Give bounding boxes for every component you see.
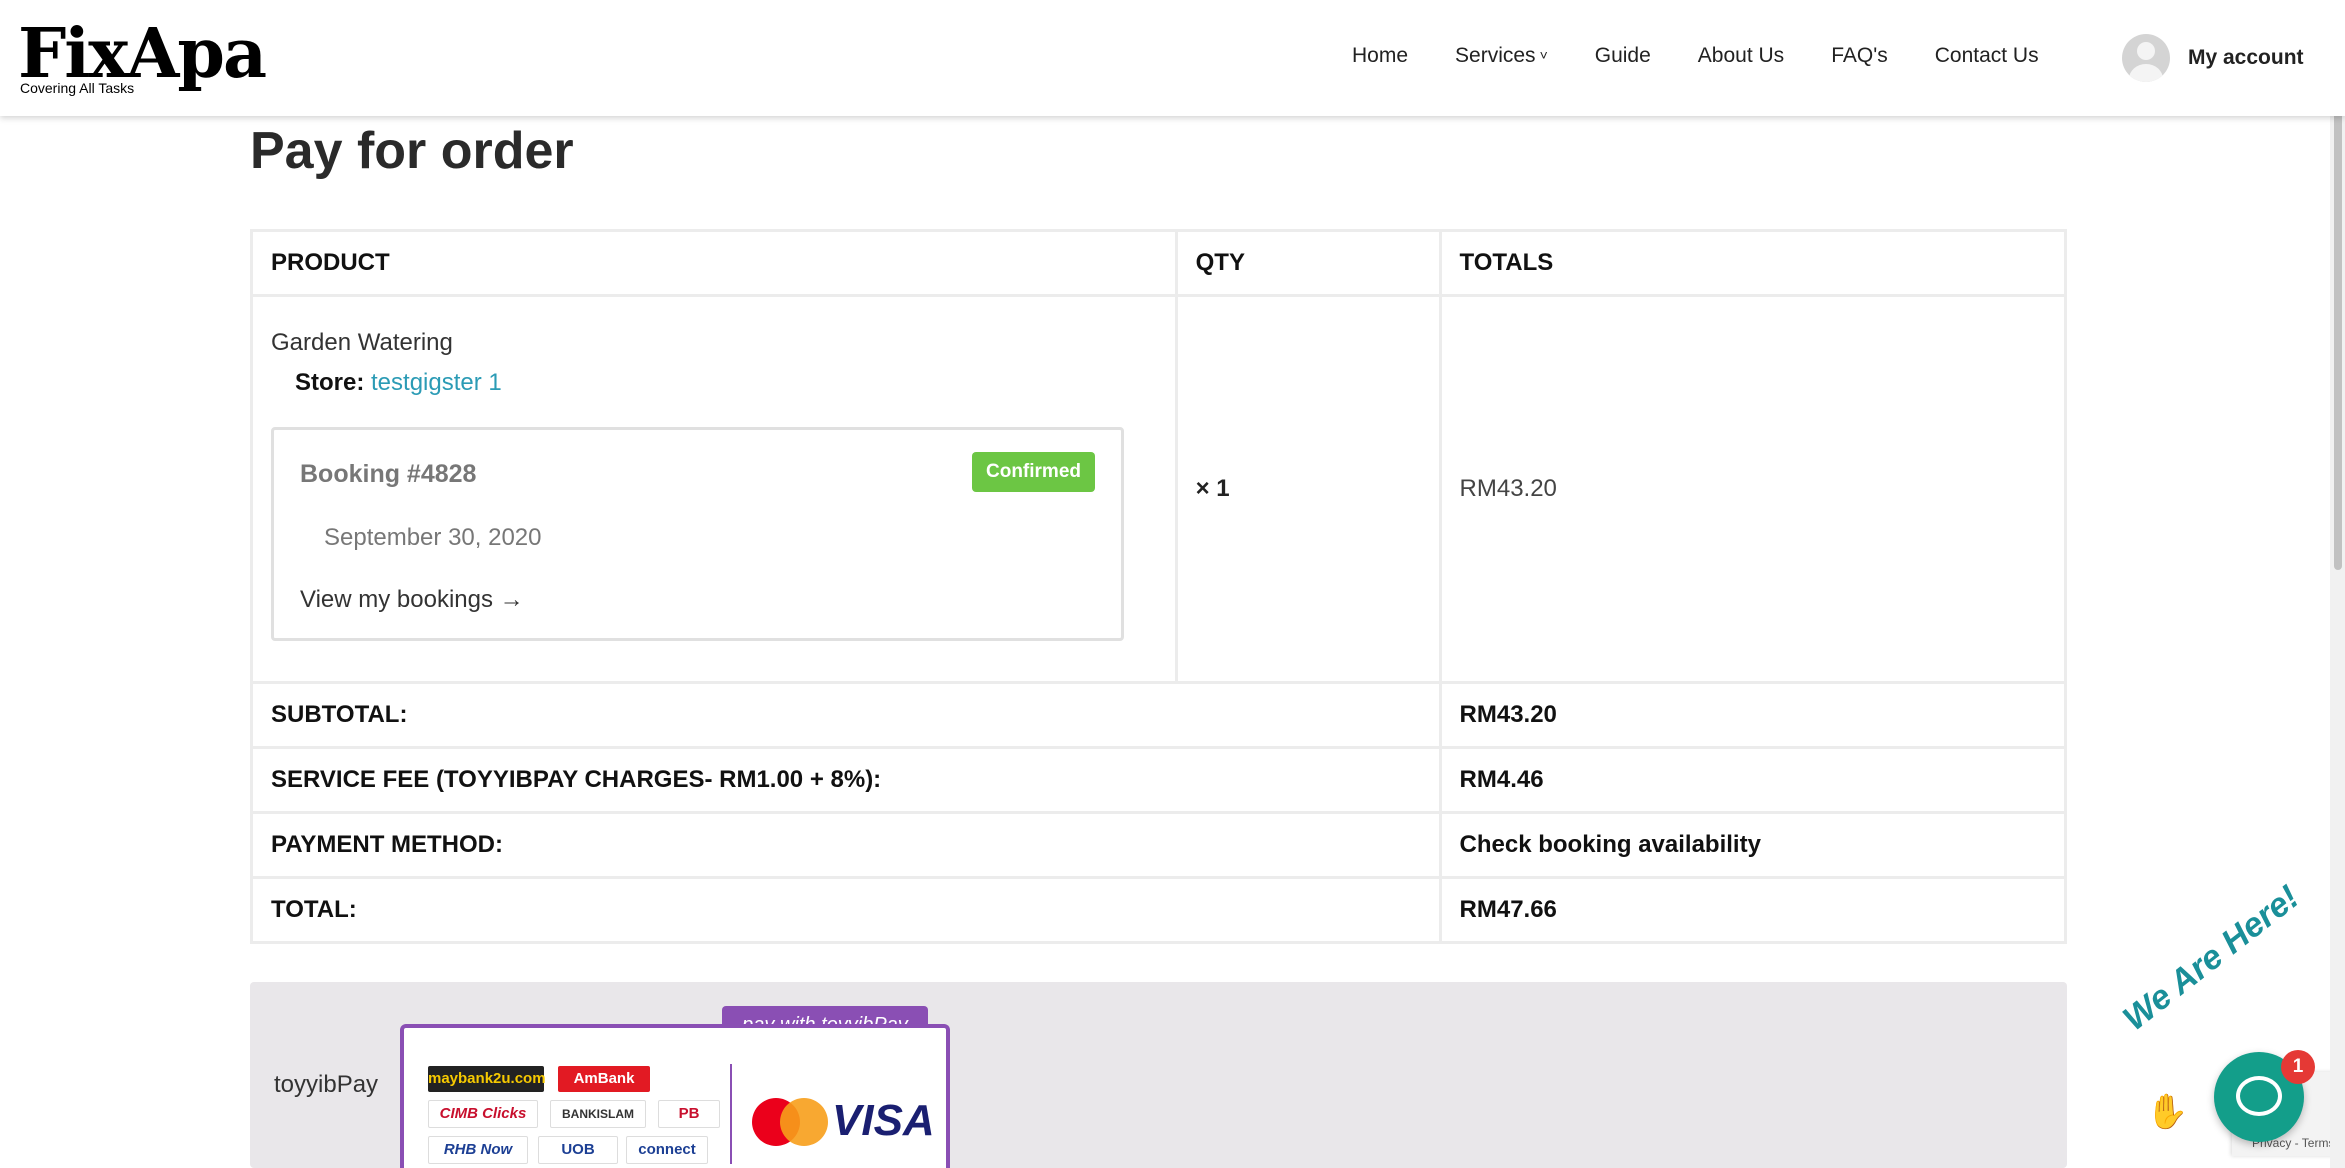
logo-tagline: Covering All Tasks — [20, 80, 135, 96]
price-cell: RM43.20 — [1438, 294, 2068, 684]
payment-method-value: Check booking availability — [1438, 811, 2068, 879]
status-badge: Confirmed — [972, 452, 1095, 492]
service-fee-value: RM4.46 — [1438, 746, 2068, 814]
connect-logo: connect — [626, 1136, 708, 1164]
subtotal-label: SUBTOTAL: — [250, 681, 1442, 749]
main-nav: Home Services ˅ Guide About Us FAQ's Cont… — [1352, 44, 2086, 68]
toyyibpay-banner: maybank2u.com AmBank CIMB Clicks BANKISL… — [400, 1024, 950, 1168]
total-value: RM47.66 — [1438, 876, 2068, 944]
service-fee-row: SERVICE FEE (TOYYIBPAY CHARGES- RM1.00 +… — [250, 746, 2068, 814]
product-cell: Garden Watering Store: testgigster 1 Boo… — [250, 294, 1178, 684]
payment-method-row: PAYMENT METHOD: Check booking availabili… — [250, 811, 2068, 879]
column-header-totals: TOTALS — [1438, 229, 2068, 297]
my-account-link[interactable]: My account — [2122, 34, 2304, 82]
store-link[interactable]: testgigster 1 — [371, 369, 502, 396]
payment-method-name: toyyibPay — [274, 1071, 379, 1098]
service-fee-label: SERVICE FEE (TOYYIBPAY CHARGES- RM1.00 +… — [250, 746, 1442, 814]
order-table: PRODUCT QTY TOTALS Garden Watering Store… — [250, 229, 2068, 944]
nav-contact-us[interactable]: Contact Us — [1935, 44, 2039, 68]
maybank-logo: maybank2u.com — [428, 1066, 546, 1092]
visa-logo: VISA — [832, 1096, 935, 1145]
total-row: TOTAL: RM47.66 — [250, 876, 2068, 944]
nav-home[interactable]: Home — [1352, 44, 1408, 68]
table-row: Garden Watering Store: testgigster 1 Boo… — [250, 294, 2068, 684]
publicbank-logo: PB — [658, 1100, 720, 1128]
cimb-logo: CIMB Clicks — [428, 1100, 538, 1128]
booking-title: Booking #4828 — [300, 460, 477, 488]
table-header-row: PRODUCT QTY TOTALS — [250, 229, 2068, 297]
my-account-label: My account — [2188, 46, 2304, 69]
view-my-bookings-link[interactable]: View my bookings → — [300, 586, 524, 614]
total-label: TOTAL: — [250, 876, 1442, 944]
chat-bubble-icon — [2236, 1076, 2282, 1116]
store-label: Store: — [295, 369, 365, 396]
nav-about-us[interactable]: About Us — [1698, 44, 1784, 68]
booking-card: Booking #4828 Confirmed September 30, 20… — [271, 427, 1124, 641]
uob-logo: UOB — [538, 1136, 618, 1164]
payment-method-label: PAYMENT METHOD: — [250, 811, 1442, 879]
site-logo[interactable]: FixApa Covering All Tasks — [18, 14, 278, 104]
avatar — [2122, 34, 2170, 82]
scrollbar-thumb[interactable] — [2334, 70, 2342, 570]
site-header: FixApa Covering All Tasks Home Services ˅… — [0, 0, 2345, 116]
subtotal-value: RM43.20 — [1438, 681, 2068, 749]
waving-hand-icon: ✋ — [2146, 1093, 2189, 1131]
rhb-logo: RHB Now — [428, 1136, 528, 1164]
nav-faqs[interactable]: FAQ's — [1831, 44, 1888, 68]
payment-method-option[interactable]: toyyibPay pay with toyyibPay maybank2u.c… — [250, 982, 2067, 1168]
ambank-logo: AmBank — [558, 1066, 650, 1092]
qty-cell: × 1 — [1174, 294, 1442, 684]
column-header-product: PRODUCT — [250, 229, 1178, 297]
chat-widget-label: We Are Here! — [2115, 877, 2307, 1039]
product-name: Garden Watering — [271, 329, 453, 356]
nav-services-label: Services — [1455, 44, 1536, 67]
mastercard-logo — [752, 1098, 832, 1146]
chevron-down-icon: ˅ — [1539, 47, 1548, 63]
banner-divider — [730, 1064, 732, 1164]
store-line: Store: testgigster 1 — [295, 369, 1157, 397]
subtotal-row: SUBTOTAL: RM43.20 — [250, 681, 2068, 749]
chat-notification-badge: 1 — [2281, 1050, 2315, 1084]
page-title: Pay for order — [250, 122, 574, 180]
booking-date: September 30, 2020 — [324, 524, 542, 551]
nav-guide[interactable]: Guide — [1595, 44, 1651, 68]
column-header-qty: QTY — [1174, 229, 1442, 297]
bankislam-logo: BANKISLAM — [550, 1100, 646, 1128]
nav-services[interactable]: Services ˅ — [1455, 44, 1548, 68]
